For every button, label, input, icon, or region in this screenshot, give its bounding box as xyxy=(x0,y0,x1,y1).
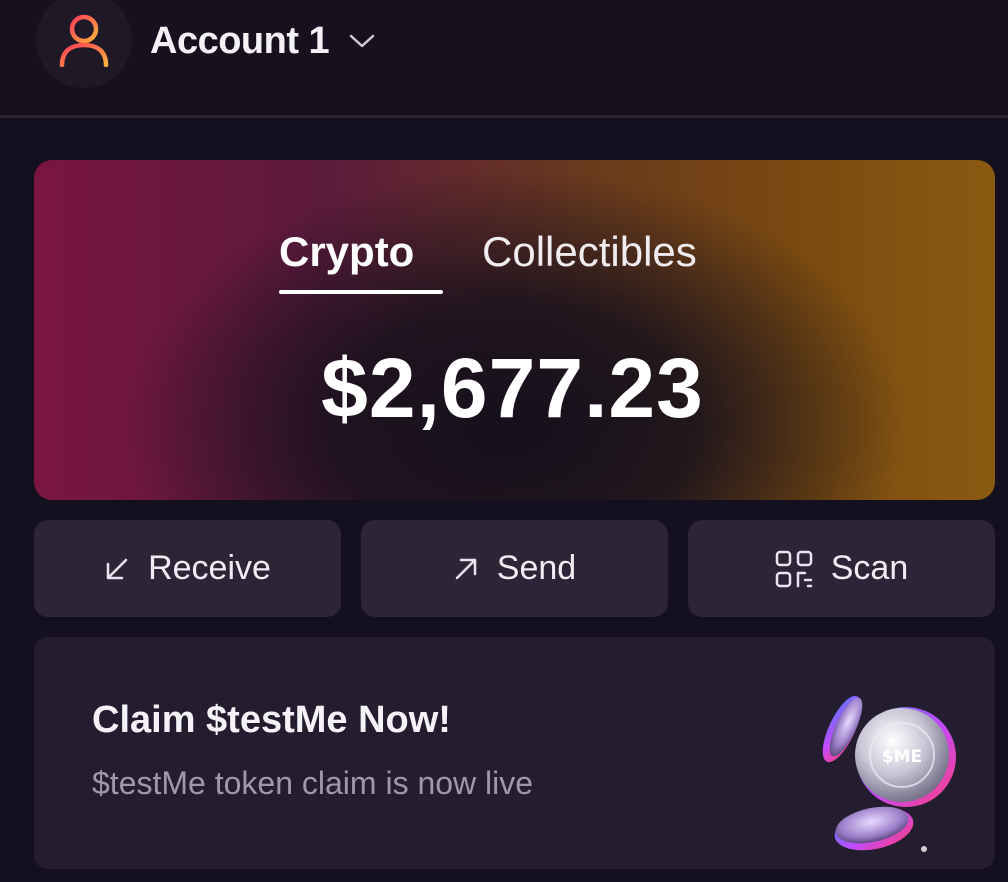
wallet-app: Account 1 Crypto Collectibles $2,677.23 … xyxy=(0,0,1008,882)
avatar[interactable] xyxy=(36,0,132,88)
asset-tabs: Crypto Collectibles xyxy=(34,228,995,298)
tab-collectibles[interactable]: Collectibles xyxy=(482,228,697,276)
coin-label: $ME xyxy=(882,747,922,767)
active-tab-indicator xyxy=(279,290,443,294)
receive-label: Receive xyxy=(148,549,271,587)
token-coins-illustration: $ME xyxy=(822,695,956,852)
qr-scan-icon xyxy=(775,550,812,587)
promo-subtitle: $testMe token claim is now live xyxy=(92,765,534,801)
send-label: Send xyxy=(496,549,577,587)
receive-button[interactable]: Receive xyxy=(34,520,341,617)
claim-token-banner[interactable]: Claim $testMe Now! $testMe token claim i… xyxy=(34,637,995,869)
promo-title: Claim $testMe Now! xyxy=(92,699,451,741)
arrow-up-right-icon xyxy=(455,558,477,579)
scan-label: Scan xyxy=(830,549,909,587)
arrow-down-left-icon xyxy=(106,558,128,579)
tab-crypto[interactable]: Crypto xyxy=(279,228,414,276)
chevron-down-icon[interactable] xyxy=(348,32,376,50)
scan-button[interactable]: Scan xyxy=(688,520,995,617)
balance-card: Crypto Collectibles $2,677.23 xyxy=(34,160,995,500)
send-button[interactable]: Send xyxy=(361,520,668,617)
account-name[interactable]: Account 1 xyxy=(150,20,330,63)
header: Account 1 xyxy=(0,0,1008,118)
balance-amount: $2,677.23 xyxy=(321,341,704,435)
action-buttons: Receive Send Scan xyxy=(34,520,995,617)
user-icon xyxy=(59,14,109,67)
